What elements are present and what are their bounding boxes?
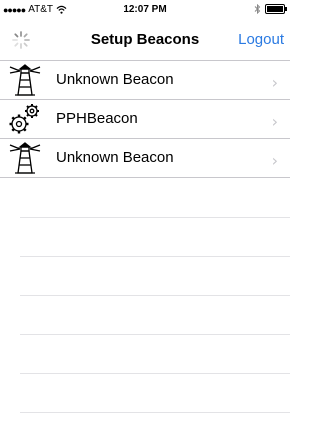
battery-icon [265,4,287,14]
chevron-right-icon: › [271,73,278,92]
beacon-name: Unknown Beacon [56,71,174,88]
bluetooth-icon [254,4,261,14]
status-bar: ●●●●● AT&T 12:07 PM [0,0,290,20]
beacon-row[interactable]: Unknown Beacon › [0,61,290,100]
chevron-right-icon: › [271,112,278,131]
navigation-bar: Setup Beacons Logout [0,20,290,61]
beacon-list: Unknown Beacon › PPHBeacon › Unknown Bea… [0,61,290,178]
status-time: 12:07 PM [123,4,167,15]
logout-button[interactable]: Logout [238,31,284,48]
lighthouse-icon [9,142,41,174]
row-separator [20,295,290,296]
status-right [254,4,287,14]
row-separator [20,217,290,218]
row-separator [20,412,290,413]
row-separator [20,334,290,335]
row-separator [20,256,290,257]
chevron-right-icon: › [271,151,278,170]
gears-icon [9,104,39,134]
beacon-name: PPHBeacon [56,110,138,127]
row-separator [20,373,290,374]
beacon-name: Unknown Beacon [56,149,174,166]
lighthouse-icon [9,64,41,96]
beacon-row[interactable]: PPHBeacon › [0,100,290,139]
beacon-row[interactable]: Unknown Beacon › [0,139,290,178]
